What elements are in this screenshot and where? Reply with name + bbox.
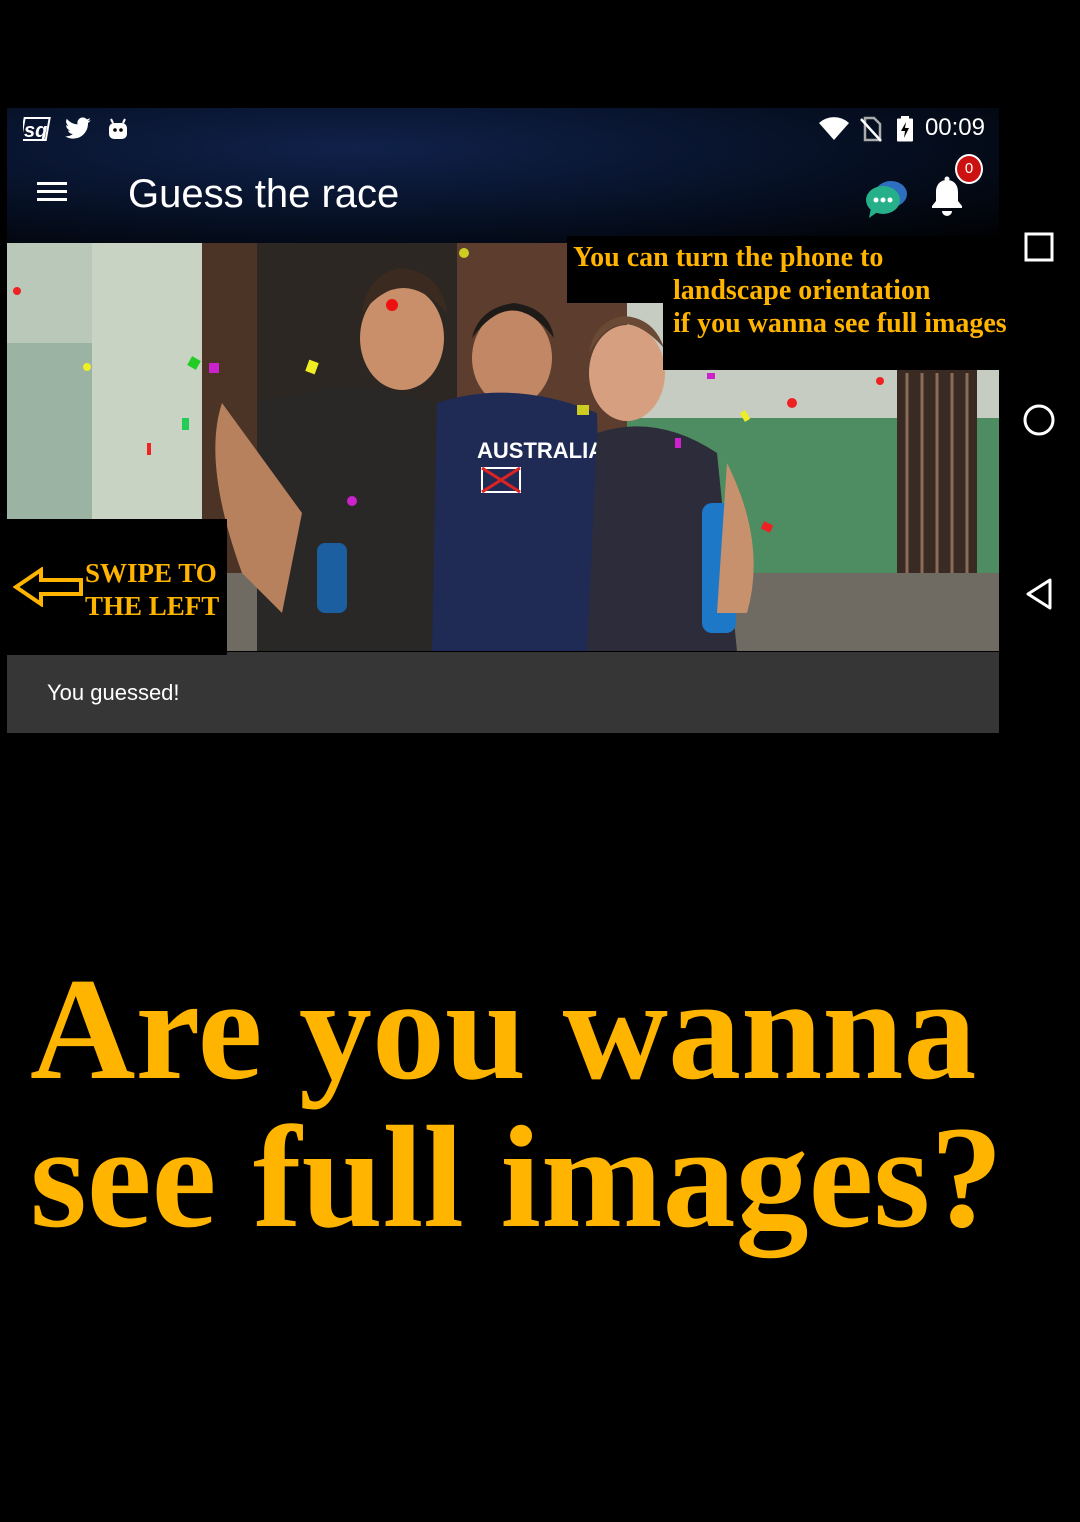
sq-app-icon: sq	[23, 116, 53, 142]
status-bar: sq 00:09	[7, 108, 999, 150]
home-circle-icon[interactable]	[1018, 399, 1060, 441]
guess-result-bar: You guessed!	[7, 652, 999, 733]
swipe-hint: SWIPE TO THE LEFT	[7, 519, 227, 655]
arrow-left-icon	[12, 566, 85, 612]
battery-charging-icon	[895, 116, 915, 142]
shirt-text: AUSTRALIA	[477, 438, 604, 463]
app-bar: Guess the race 0	[7, 150, 999, 243]
menu-icon[interactable]	[35, 178, 73, 212]
back-triangle-icon[interactable]	[1018, 573, 1060, 615]
headline-question: Are you wanna see full images?	[30, 948, 1004, 1258]
svg-text:sq: sq	[24, 120, 47, 142]
orientation-hint: You can turn the phone to landscape orie…	[567, 236, 1007, 370]
swipe-hint-text: SWIPE TO THE LEFT	[85, 558, 220, 621]
android-icon	[105, 116, 131, 142]
top-bar: sq 00:09 Guess the race 0	[7, 108, 999, 243]
recents-square-icon[interactable]	[1018, 226, 1060, 268]
chat-icon[interactable]	[863, 174, 911, 222]
twitter-icon	[63, 116, 93, 142]
hint-line-2: landscape orientation	[673, 275, 931, 306]
hint-line-1: You can turn the phone to	[573, 242, 884, 273]
guess-result-text: You guessed!	[47, 680, 180, 705]
page-title: Guess the race	[128, 172, 400, 216]
notification-badge: 0	[955, 154, 983, 184]
hint-line-3: if you wanna see full images	[673, 308, 1007, 339]
wifi-icon	[817, 116, 851, 142]
no-sim-icon	[859, 116, 883, 142]
clock: 00:09	[924, 114, 985, 141]
